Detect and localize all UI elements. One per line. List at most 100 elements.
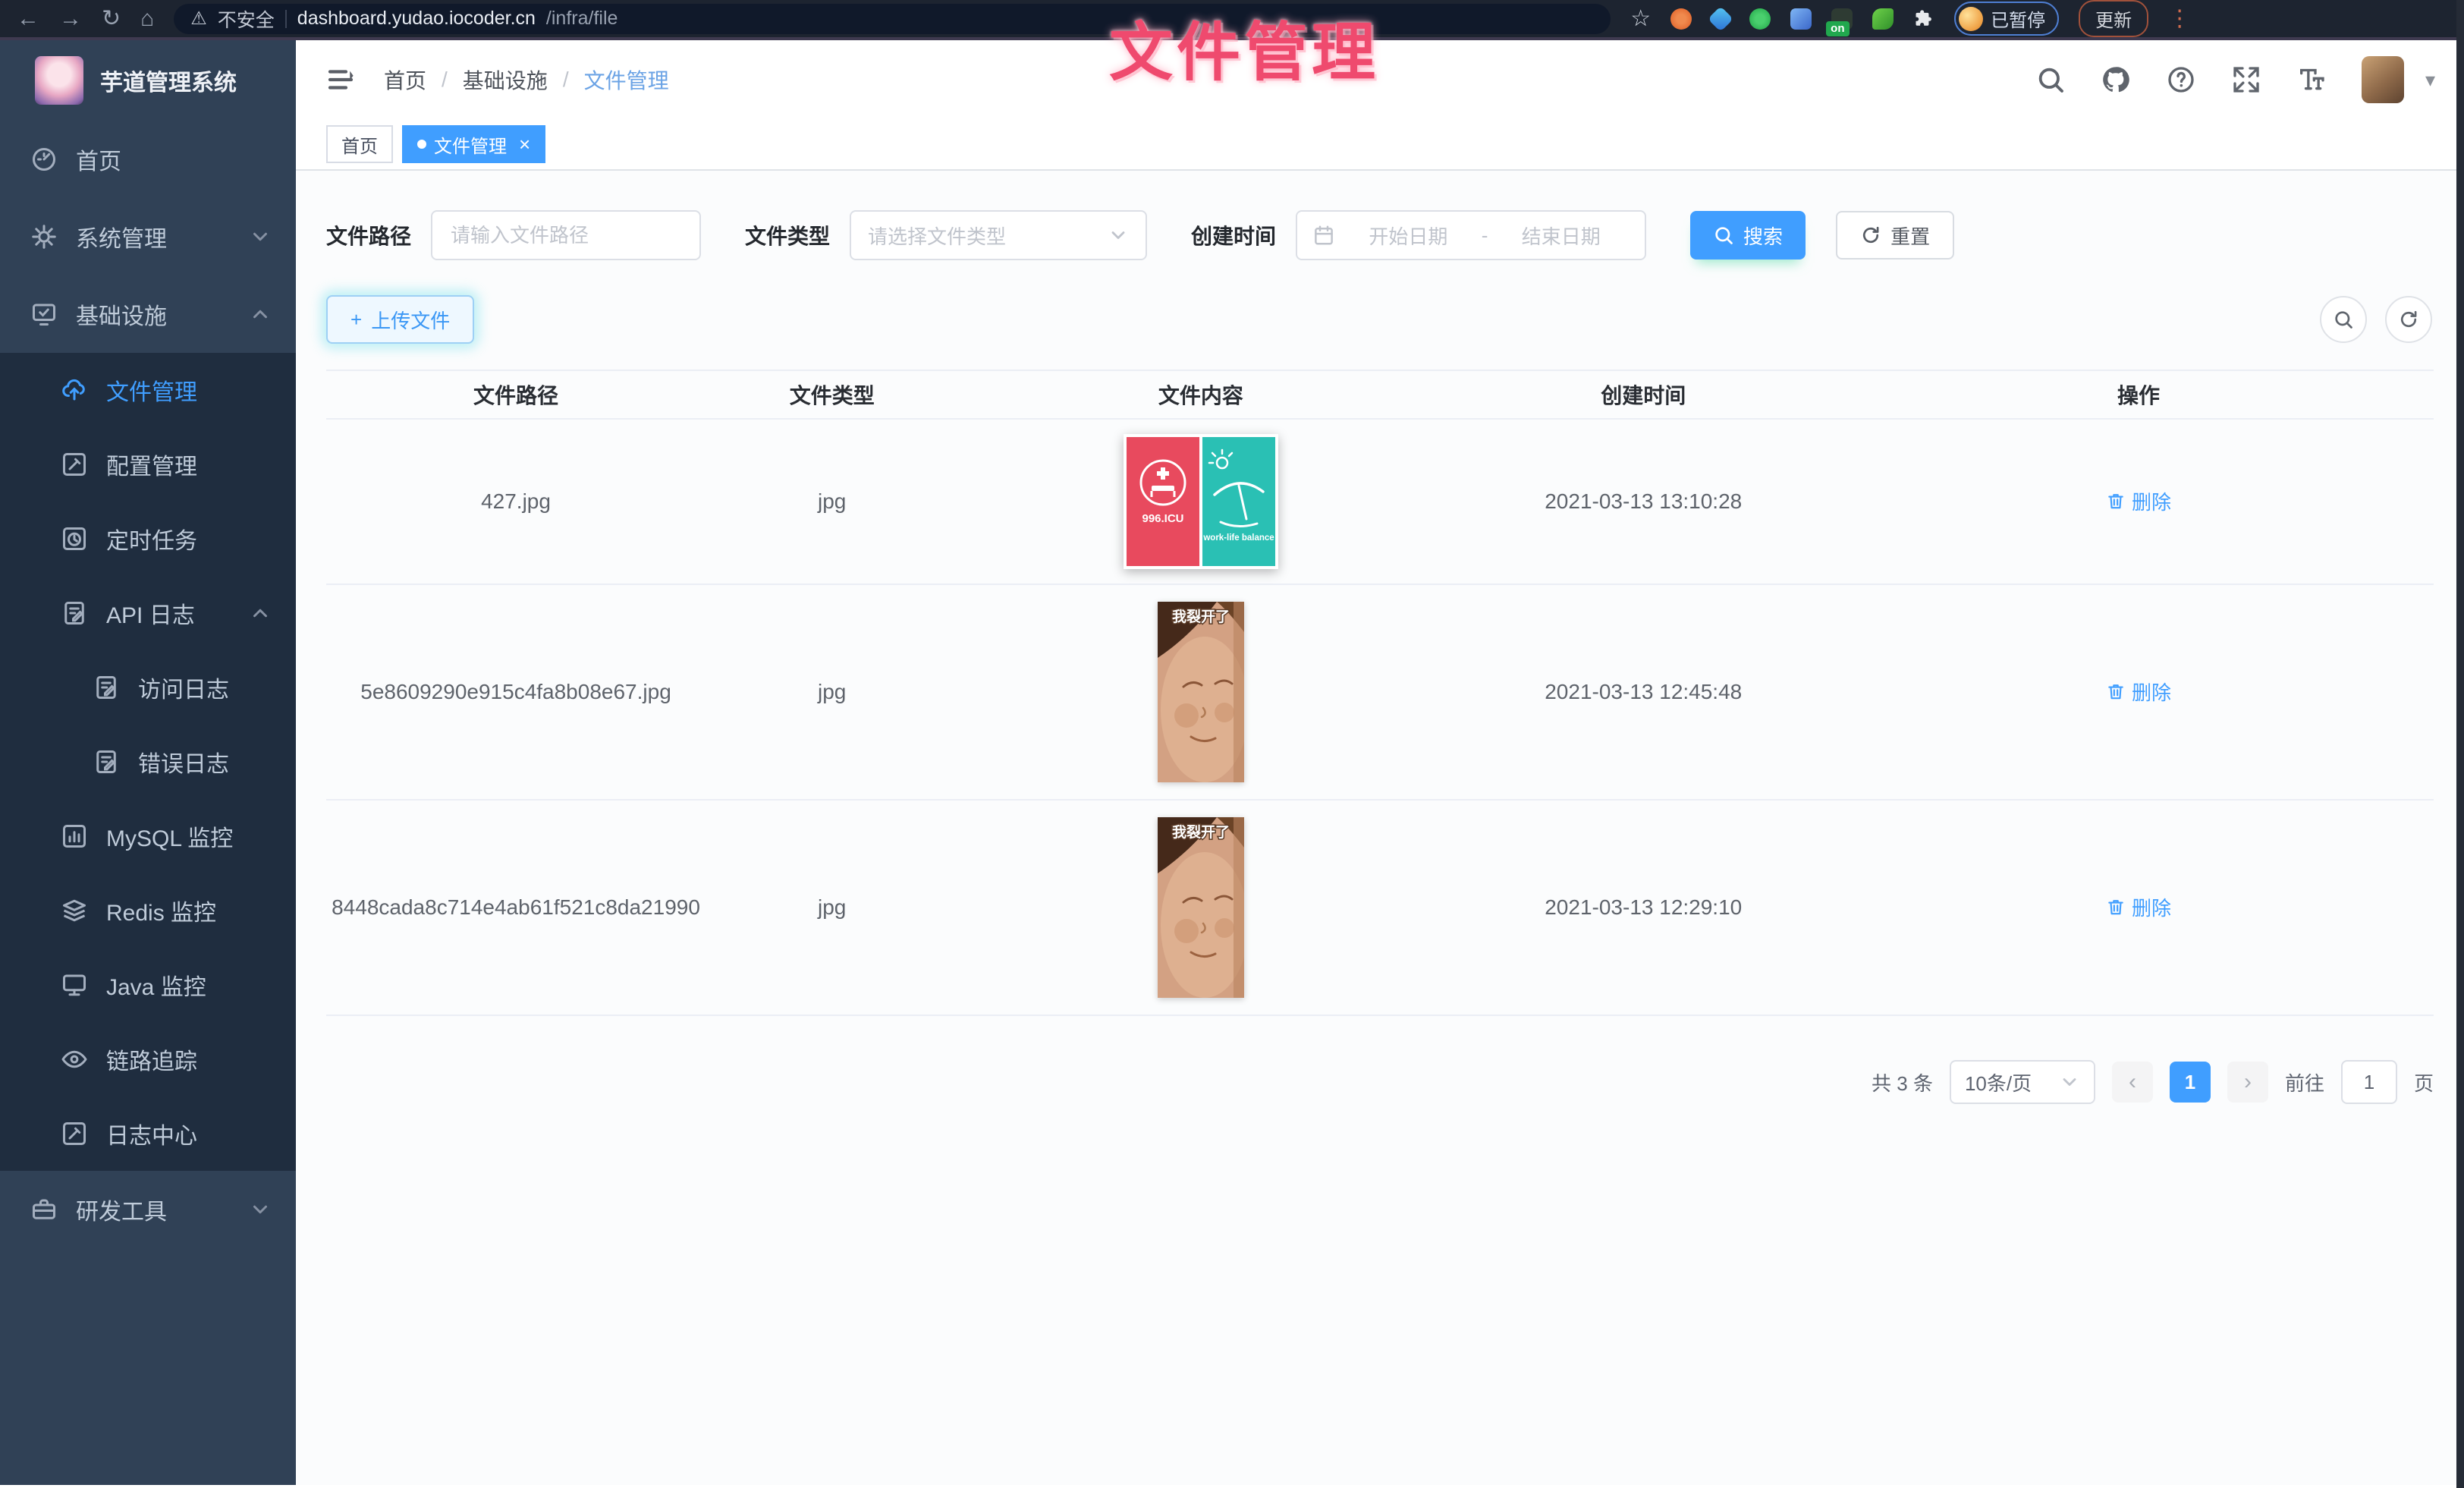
extension-picker-icon[interactable] xyxy=(1708,6,1733,32)
close-icon[interactable]: × xyxy=(519,134,530,154)
sidebar-item-error-log[interactable]: 错误日志 xyxy=(0,725,296,799)
search-button[interactable]: 搜索 xyxy=(1690,211,1806,260)
file-preview-baby-meme[interactable]: 我裂开了 xyxy=(1158,817,1244,998)
caret-down-icon[interactable]: ▾ xyxy=(2425,68,2435,92)
hamburger-icon[interactable] xyxy=(325,64,357,96)
browser-menu-icon[interactable]: ⋮ xyxy=(2168,5,2191,32)
sidebar-item-api-log[interactable]: API 日志 xyxy=(0,576,296,650)
file-path-input[interactable] xyxy=(431,210,701,260)
sidebar-item-home[interactable]: 首页 xyxy=(0,121,296,198)
extension-grid-icon[interactable] xyxy=(1790,8,1812,30)
table-row: 427.jpg jpg 996.ICU xyxy=(326,420,2434,585)
trash-icon xyxy=(2106,897,2126,917)
log-icon xyxy=(93,674,120,701)
cell-file-content: 我裂开了 xyxy=(958,817,1443,998)
sidebar-item-config[interactable]: 配置管理 xyxy=(0,427,296,502)
browser-forward-icon[interactable]: → xyxy=(59,8,82,30)
update-button[interactable]: 更新 xyxy=(2079,0,2148,37)
plus-icon: + xyxy=(350,308,362,332)
create-time-label: 创建时间 xyxy=(1191,220,1276,250)
sidebar-item-java[interactable]: Java 监控 xyxy=(0,948,296,1022)
file-preview-996icu[interactable]: 996.ICU work-life balance xyxy=(1124,434,1278,569)
page-number-button[interactable]: 1 xyxy=(2170,1062,2211,1103)
prev-page-button[interactable]: ‹ xyxy=(2112,1062,2153,1103)
edit-icon xyxy=(61,451,88,478)
column-header-path: 文件路径 xyxy=(326,379,706,410)
table-header-row: 文件路径 文件类型 文件内容 创建时间 操作 xyxy=(326,370,2434,420)
log-icon xyxy=(93,748,120,775)
browser-back-icon[interactable]: ← xyxy=(17,8,39,30)
sidebar-item-system[interactable]: 系统管理 xyxy=(0,198,296,275)
sidebar-item-access-log[interactable]: 访问日志 xyxy=(0,650,296,725)
github-icon[interactable] xyxy=(2101,64,2131,95)
next-page-button[interactable]: › xyxy=(2227,1062,2268,1103)
sidebar-item-redis[interactable]: Redis 监控 xyxy=(0,873,296,948)
profile-paused-chip[interactable]: 已暂停 xyxy=(1954,2,2059,36)
extension-leaf-icon[interactable] xyxy=(1872,8,1894,30)
upload-file-button[interactable]: + 上传文件 xyxy=(326,295,474,344)
help-icon[interactable] xyxy=(2166,64,2196,95)
extensions-puzzle-icon[interactable] xyxy=(1913,8,1934,30)
cell-file-path: 8448cada8c714e4ab61f521c8da21990 xyxy=(326,895,706,920)
extensions-row: ☆ on 已暂停 更新 ⋮ xyxy=(1630,0,2191,37)
extension-orange-icon[interactable] xyxy=(1670,8,1692,30)
browser-profile-avatar xyxy=(1959,7,1983,31)
cell-file-type: jpg xyxy=(706,680,958,704)
tags-view: 首页 文件管理 × xyxy=(296,119,2464,171)
tag-home[interactable]: 首页 xyxy=(326,125,393,163)
cell-created-time: 2021-03-13 12:45:48 xyxy=(1443,680,1843,704)
breadcrumb-infra[interactable]: 基础设施 xyxy=(463,64,548,95)
sidebar-item-dev-tools[interactable]: 研发工具 xyxy=(0,1171,296,1248)
breadcrumb-home[interactable]: 首页 xyxy=(384,64,426,95)
browser-home-icon[interactable]: ⌂ xyxy=(140,8,154,30)
start-date-input[interactable]: 开始日期 xyxy=(1340,222,1477,250)
extension-vpn-icon[interactable]: on xyxy=(1831,8,1853,30)
main-area: 首页 / 基础设施 / 文件管理 ▾ 首页 xyxy=(296,40,2464,1485)
monitor-icon xyxy=(61,971,88,999)
app-logo xyxy=(35,56,83,105)
reset-button[interactable]: 重置 xyxy=(1836,211,1954,260)
column-header-content: 文件内容 xyxy=(958,379,1443,410)
delete-button[interactable]: 删除 xyxy=(2106,487,2171,515)
chevron-down-icon xyxy=(249,1198,272,1221)
page-size-select[interactable]: 10条/页 xyxy=(1950,1060,2095,1104)
browser-toolbar: ← → ↻ ⌂ ⚠ 不安全 dashboard.yudao.iocoder.cn… xyxy=(0,0,2464,40)
security-label: 不安全 xyxy=(218,5,275,33)
file-type-select[interactable]: 请选择文件类型 xyxy=(850,210,1147,260)
delete-button[interactable]: 删除 xyxy=(2106,893,2171,921)
window-edge xyxy=(2456,0,2464,1488)
page-unit-label: 页 xyxy=(2414,1068,2434,1096)
url-host: dashboard.yudao.iocoder.cn xyxy=(297,8,536,30)
font-size-icon[interactable] xyxy=(2296,64,2327,95)
date-range-separator: - xyxy=(1482,224,1488,247)
goto-page-input[interactable] xyxy=(2341,1060,2397,1104)
url-path: /infra/file xyxy=(546,8,618,30)
pagination-total: 共 3 条 xyxy=(1872,1068,1933,1096)
tag-file-manage[interactable]: 文件管理 × xyxy=(402,125,545,163)
sidebar-item-log-center[interactable]: 日志中心 xyxy=(0,1096,296,1171)
end-date-input[interactable]: 结束日期 xyxy=(1492,222,1630,250)
refresh-table-button[interactable] xyxy=(2385,296,2432,343)
table-toolbar: + 上传文件 xyxy=(326,295,2434,344)
sidebar-item-job[interactable]: 定时任务 xyxy=(0,502,296,576)
user-avatar[interactable] xyxy=(2362,56,2404,103)
sidebar-item-mysql[interactable]: MySQL 监控 xyxy=(0,799,296,873)
sidebar-item-file-manage[interactable]: 文件管理 xyxy=(0,353,296,427)
bookmark-star-icon[interactable]: ☆ xyxy=(1630,5,1651,32)
delete-button[interactable]: 删除 xyxy=(2106,678,2171,706)
search-icon[interactable] xyxy=(2035,64,2066,95)
sidebar-item-tracing[interactable]: 链路追踪 xyxy=(0,1022,296,1096)
date-range-picker[interactable]: 开始日期 - 结束日期 xyxy=(1296,210,1646,260)
vpn-on-badge: on xyxy=(1826,21,1849,36)
file-preview-baby-meme[interactable]: 我裂开了 xyxy=(1158,602,1244,782)
fullscreen-icon[interactable] xyxy=(2231,64,2261,95)
extension-green-check-icon[interactable] xyxy=(1749,8,1771,30)
address-bar[interactable]: ⚠ 不安全 dashboard.yudao.iocoder.cn /infra/… xyxy=(174,4,1611,34)
log-icon xyxy=(61,599,88,627)
cloud-upload-icon xyxy=(61,376,88,404)
cell-file-content: 996.ICU work-life balance xyxy=(958,434,1443,569)
sidebar-item-infra[interactable]: 基础设施 xyxy=(0,275,296,353)
toolbox-icon xyxy=(30,1196,58,1223)
toggle-search-button[interactable] xyxy=(2320,296,2367,343)
browser-reload-icon[interactable]: ↻ xyxy=(102,8,121,30)
